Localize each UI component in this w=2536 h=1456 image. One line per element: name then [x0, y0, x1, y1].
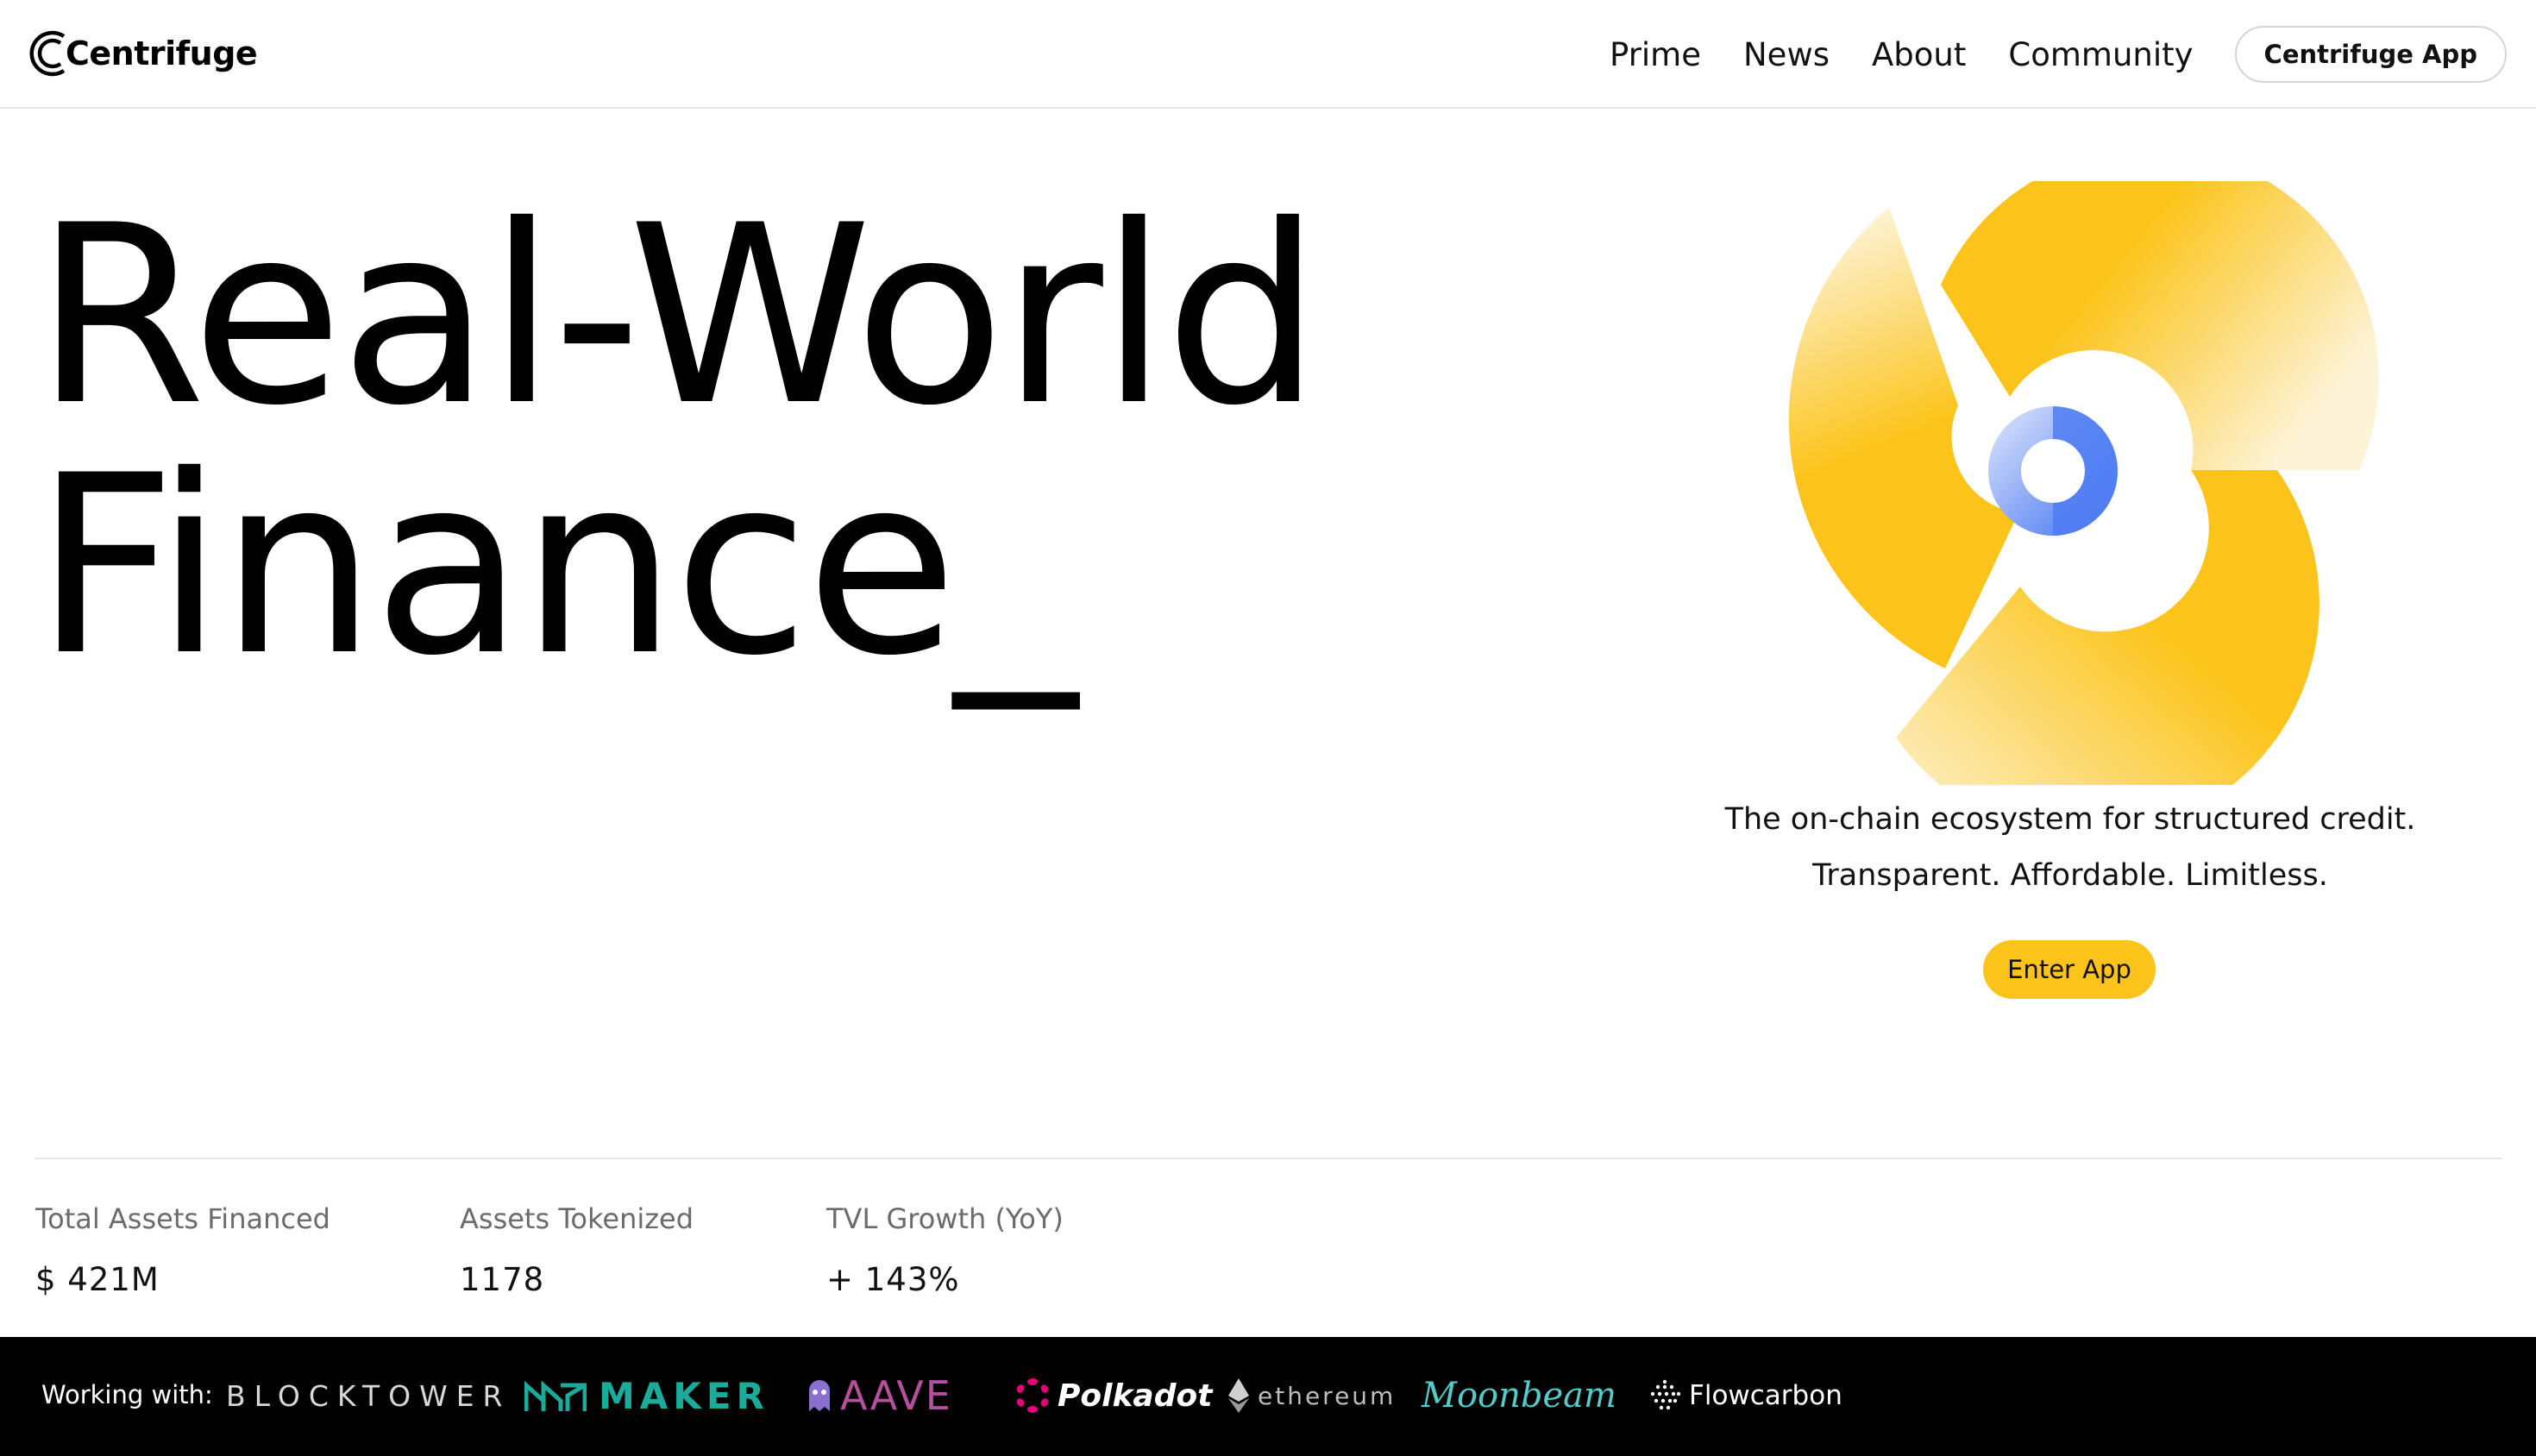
polkadot-icon — [1016, 1378, 1049, 1413]
hero-tagline-2: Transparent. Affordable. Limitless. — [1812, 858, 2328, 893]
nav-news[interactable]: News — [1743, 36, 1830, 73]
stat-label: Assets Tokenized — [460, 1202, 694, 1235]
stat-total-assets-financed: Total Assets Financed $ 421M — [35, 1202, 330, 1298]
stat-assets-tokenized: Assets Tokenized 1178 — [460, 1202, 694, 1298]
aave-name: AAVE — [840, 1372, 952, 1419]
nav-community[interactable]: Community — [2008, 36, 2193, 73]
flowcarbon-name: Flowcarbon — [1689, 1380, 1842, 1411]
hero-title-line-1: Real-World — [35, 173, 1321, 460]
enter-app-button[interactable]: Enter App — [1983, 940, 2156, 999]
stat-value: $ 421M — [35, 1261, 160, 1298]
aave-logo[interactable]: AAVE — [807, 1361, 952, 1430]
maker-icon — [524, 1380, 587, 1411]
nav-prime[interactable]: Prime — [1610, 36, 1701, 73]
main-nav: Prime News About Community Centrifuge Ap… — [1610, 24, 2507, 85]
stat-tvl-growth: TVL Growth (YoY) + 143% — [826, 1202, 1064, 1298]
stats-divider — [35, 1158, 2501, 1159]
stat-label: Total Assets Financed — [35, 1202, 330, 1235]
hero-title: Real-World Finance_ — [35, 173, 1321, 710]
flowcarbon-logo[interactable]: Flowcarbon — [1648, 1361, 1842, 1430]
maker-logo[interactable]: MAKER — [524, 1361, 769, 1430]
maker-name: MAKER — [599, 1374, 769, 1417]
polkadot-logo[interactable]: Polkadot — [1014, 1361, 1212, 1430]
stat-value: 1178 — [460, 1261, 545, 1298]
moonbeam-logo[interactable]: Moonbeam — [1422, 1361, 1616, 1430]
hero-title-line-2: Finance_ — [35, 424, 1077, 710]
partners-bar: Working with: BLOCKTOWER MAKER AAVE Polk… — [0, 1337, 2536, 1456]
centrifuge-swirl-graphic — [1788, 181, 2379, 785]
blocktower-name: BLOCKTOWER — [226, 1378, 512, 1413]
working-with-label: Working with: — [41, 1380, 213, 1409]
polkadot-name: Polkadot — [1058, 1378, 1213, 1414]
ethereum-diamond-icon — [1228, 1378, 1249, 1413]
stat-label: TVL Growth (YoY) — [826, 1202, 1064, 1235]
site-header: Centrifuge Prime News About Community Ce… — [0, 0, 2536, 109]
blocktower-logo[interactable]: BLOCKTOWER — [226, 1361, 511, 1430]
ethereum-name: ethereum — [1258, 1381, 1397, 1410]
ethereum-logo[interactable]: ethereum — [1228, 1361, 1396, 1430]
nav-about[interactable]: About — [1872, 36, 1966, 73]
flowcarbon-dots-icon — [1650, 1379, 1681, 1410]
aave-ghost-icon — [809, 1380, 830, 1411]
logo-wordmark: Centrifuge — [66, 35, 258, 72]
centrifuge-app-button[interactable]: Centrifuge App — [2234, 26, 2507, 83]
hero-tagline-1: The on-chain ecosystem for structured cr… — [1724, 802, 2416, 837]
moonbeam-name: Moonbeam — [1422, 1376, 1616, 1415]
centrifuge-logo[interactable]: Centrifuge — [26, 26, 258, 81]
stat-value: + 143% — [826, 1261, 960, 1298]
